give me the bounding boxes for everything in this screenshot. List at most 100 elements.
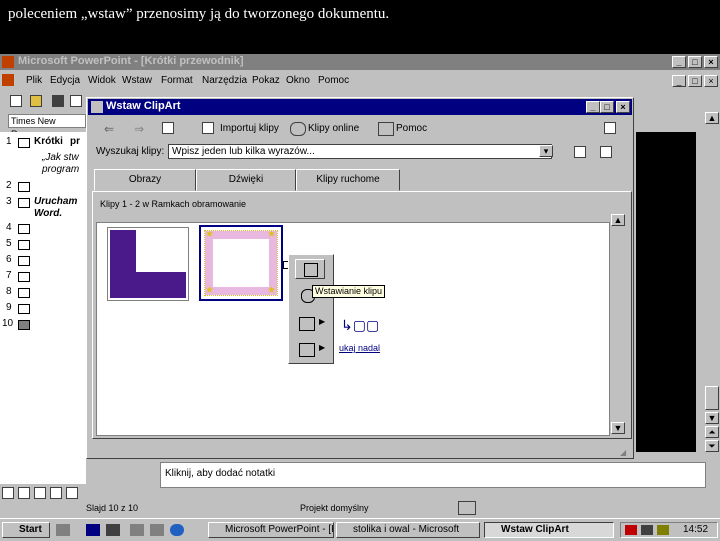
outline-slide-number: 7 [6,270,12,281]
submenu-arrow-icon: ▶ [319,317,326,326]
quicklaunch-icon[interactable] [56,524,70,536]
menu-okno[interactable]: Okno [286,75,310,86]
tray-icon[interactable] [641,525,653,535]
outline-slide-number: 8 [6,286,12,297]
dialog-minimize-button[interactable]: _ [586,101,600,113]
slideshow-view-icon[interactable] [66,487,78,499]
import-clips-button[interactable]: Importuj klipy [220,123,279,134]
menu-wstaw[interactable]: Wstaw [122,75,152,86]
clip-thumbnail[interactable] [107,227,189,301]
tray-icon[interactable] [625,525,637,535]
outline-slide3-line: Word. [34,208,63,219]
doc-close-button[interactable]: × [704,75,718,87]
insert-clip-button[interactable] [295,259,325,279]
copy-icon[interactable] [574,146,586,158]
document-icon [2,74,14,86]
minimize-button[interactable]: _ [672,56,686,68]
outline-slide-number: 9 [6,302,12,313]
menu-pokaz[interactable]: Pokaz [252,75,280,86]
back-arrow-icon[interactable]: ⇐ [104,122,114,136]
menu-edycja[interactable]: Edycja [50,75,80,86]
doc-minimize-button[interactable]: _ [672,75,686,87]
forward-arrow-icon[interactable]: ⇒ [134,122,144,136]
dialog-titlebar: Wstaw ClipArt _ □ × [88,99,632,115]
menu-plik[interactable]: Plik [26,75,42,86]
menu-widok[interactable]: Widok [88,75,116,86]
outline-slide1-title[interactable]: Krótki [34,136,63,147]
start-button[interactable]: Start [2,522,50,538]
help-icon[interactable] [378,122,394,136]
tab-dzwieki[interactable]: Dźwięki [196,169,296,191]
font-name-box[interactable]: Times New Roman [8,114,86,139]
status-bar: Slajd 10 z 10 Projekt domyślny [0,500,720,516]
menu-narzedzia[interactable]: Narzędzia [202,75,247,86]
outline-view-icon[interactable] [18,487,30,499]
start-label: Start [19,524,42,535]
quicklaunch-icon[interactable] [130,524,144,536]
clips-online-button[interactable]: Klipy online [308,123,359,134]
dialog-maximize-button[interactable]: □ [600,101,614,113]
tab-klipy-ruchome[interactable]: Klipy ruchome [296,169,400,191]
submenu-arrow-icon: ▶ [319,343,326,352]
main-vertical-scrollbar[interactable]: ▲ ▼ ⏶ ⏷ [704,112,720,456]
taskbar-item-clipart[interactable]: Wstaw ClipArt [484,522,614,538]
speaker-icon[interactable] [657,525,669,535]
next-slide-button[interactable]: ⏷ [705,440,719,452]
outline-slide1-line: program [42,164,80,175]
resize-grip-icon[interactable]: ◢ [620,448,626,457]
task-label: stolika i owal - Microsoft [353,524,460,535]
outline-slide-number: 5 [6,238,12,249]
quicklaunch-icon[interactable] [106,524,120,536]
ie-icon[interactable] [170,524,184,536]
menu-pomoc[interactable]: Pomoc [318,75,349,86]
online-icon[interactable] [290,122,306,136]
find-similar-icon[interactable] [299,343,315,357]
import-icon[interactable] [202,122,214,134]
find-similar-link[interactable]: ukaj nadal [339,343,380,353]
compact-view-icon[interactable] [604,122,616,134]
scroll-up-button[interactable]: ▲ [705,112,719,124]
tab-obrazy[interactable]: Obrazy [94,169,196,191]
clips-scroll-up[interactable]: ▲ [611,214,625,226]
outline-slide-number: 3 [6,196,12,207]
outline-slide3-line: Urucham [34,196,78,207]
open-icon[interactable] [30,95,42,107]
print-icon[interactable] [70,95,82,107]
status-design: Projekt domyślny [300,503,369,513]
slide-icon [18,288,30,298]
star-icon: ★ [267,285,276,296]
previous-slide-button[interactable]: ⏶ [705,426,719,438]
menu-format[interactable]: Format [161,75,193,86]
slide-icon [18,138,30,148]
add-to-favorites-icon[interactable] [299,317,315,331]
clips-info: Klipy 1 - 2 w Ramkach obramowanie [100,199,247,209]
insert-clip-icon [304,263,318,277]
search-input[interactable]: Wpisz jeden lub kilka wyrazów... [168,144,552,159]
quicklaunch-icon[interactable] [150,524,164,536]
paste-icon[interactable] [600,146,612,158]
outline-slide1-title-cont: pr [70,136,80,147]
help-button[interactable]: Pomoc [396,123,427,134]
all-categories-icon[interactable] [162,122,174,134]
slide-view-icon[interactable] [34,487,46,499]
notes-pane[interactable]: Kliknij, aby dodać notatki [160,462,706,488]
powerpoint-icon [2,56,14,68]
clips-scroll-down[interactable]: ▼ [611,422,625,434]
normal-view-icon[interactable] [2,487,14,499]
maximize-button[interactable]: □ [688,56,702,68]
clips-scrollbar[interactable]: ▲ ▼ [610,214,626,436]
clip-thumbnail-selected[interactable]: ★ ★ ★ ★ [199,225,283,301]
taskbar-item-word[interactable]: stolika i owal - Microsoft [336,522,480,538]
clipart-icon [91,101,103,113]
word-icon[interactable] [86,524,100,536]
doc-restore-button[interactable]: □ [688,75,702,87]
search-dropdown-button[interactable]: ▾ [539,145,553,157]
new-icon[interactable] [10,95,22,107]
scroll-down-button[interactable]: ▼ [705,412,719,424]
scroll-thumb[interactable] [705,386,719,410]
save-icon[interactable] [52,95,64,107]
dialog-close-button[interactable]: × [616,101,630,113]
close-button[interactable]: × [704,56,718,68]
sorter-view-icon[interactable] [50,487,62,499]
taskbar-item-powerpoint[interactable]: Microsoft PowerPoint - [K [208,522,334,538]
